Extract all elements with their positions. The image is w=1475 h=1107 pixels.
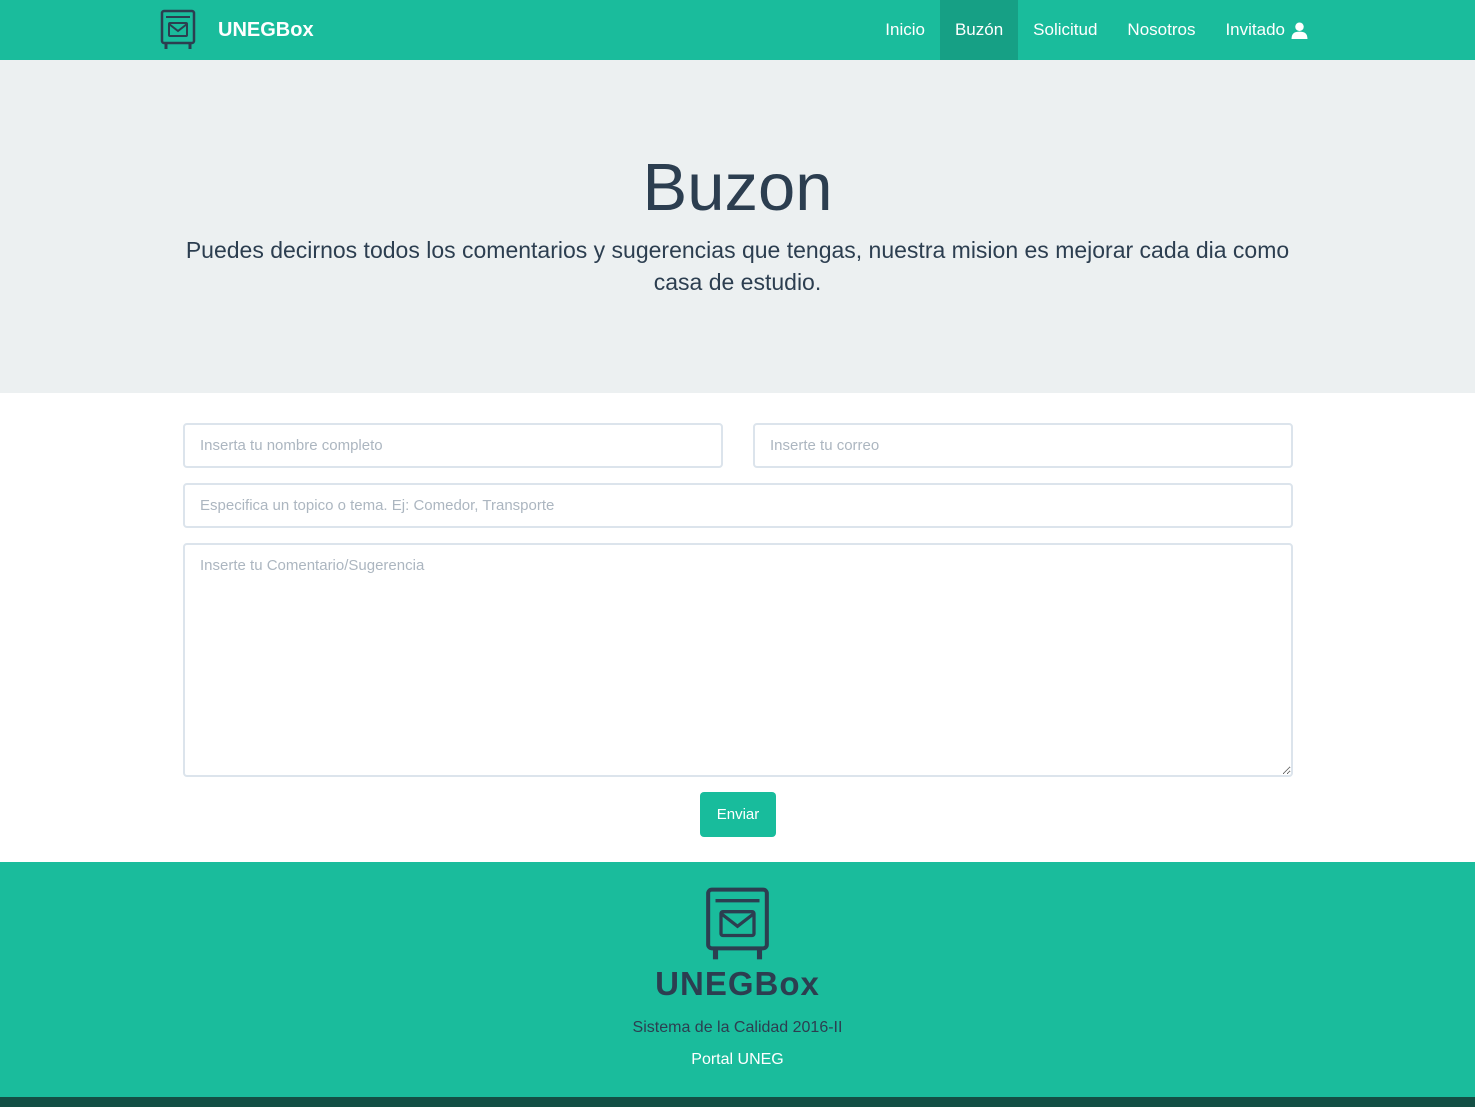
submit-button[interactable]: Enviar	[700, 792, 776, 837]
nav-link-solicitud[interactable]: Solicitud	[1018, 0, 1112, 60]
nav-link-nosotros[interactable]: Nosotros	[1112, 0, 1210, 60]
footer-bottom-bar	[0, 1097, 1475, 1107]
topic-field[interactable]	[183, 483, 1293, 528]
mailbox-icon	[160, 9, 196, 49]
nav-link-label: Buzón	[954, 20, 1004, 39]
portal-uneg-link[interactable]: Portal UNEG	[0, 1051, 1475, 1069]
footer: UNEGBox Sistema de la Calidad 2016-II Po…	[0, 862, 1475, 1097]
nav-link-label: Inicio	[885, 20, 925, 39]
nav-link-buzon[interactable]: Buzón	[939, 0, 1019, 60]
footer-tagline: Sistema de la Calidad 2016-II	[632, 1019, 843, 1036]
user-icon	[1291, 22, 1308, 39]
nav-link-invitado[interactable]: Invitado	[1210, 0, 1323, 60]
email-field[interactable]	[753, 423, 1293, 468]
nav-link-label: Nosotros	[1127, 20, 1196, 39]
page-title: Buzon	[642, 150, 833, 225]
brand-link[interactable]: UNEGBox	[160, 9, 314, 51]
footer-brand: UNEGBox	[655, 965, 820, 1002]
nav-link-inicio[interactable]: Inicio	[870, 0, 940, 60]
navbar: UNEGBox Inicio Buzón Solicitud Nosotros …	[0, 0, 1475, 60]
comment-textarea[interactable]	[183, 543, 1293, 777]
jumbotron: Buzon Puedes decirnos todos los comentar…	[0, 60, 1475, 393]
nav-menu: Inicio Buzón Solicitud Nosotros Invitado	[870, 0, 1323, 60]
name-field[interactable]	[183, 423, 723, 468]
nav-link-label: Solicitud	[1033, 20, 1098, 39]
brand-name: UNEGBox	[218, 18, 314, 41]
nav-link-label: Invitado	[1225, 20, 1285, 39]
mailbox-icon	[706, 887, 769, 960]
page-subtitle: Puedes decirnos todos los comentarios y …	[185, 237, 1290, 295]
